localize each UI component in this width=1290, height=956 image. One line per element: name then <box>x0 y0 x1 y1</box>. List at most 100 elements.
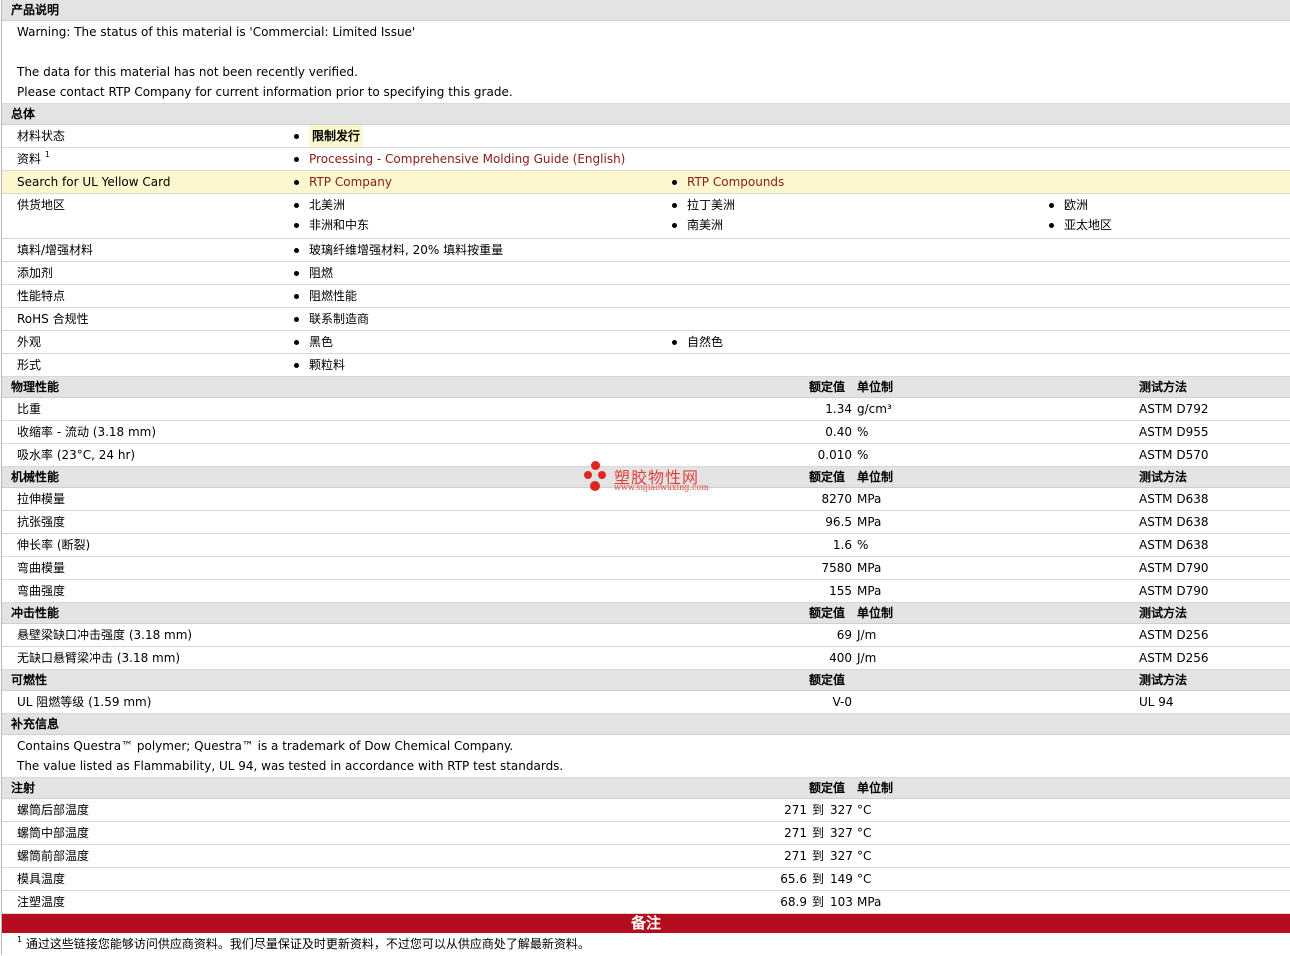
test-method: UL 94 <box>1139 695 1174 709</box>
test-method: ASTM D638 <box>1139 515 1209 529</box>
region-item: 拉丁美洲 <box>687 198 736 212</box>
supplemental-line: Contains Questra™ polymer; Questra™ is a… <box>17 739 514 753</box>
processing-row: 螺筒后部温度 271 到 327 °C <box>2 799 1290 822</box>
property-label: 模具温度 <box>17 872 66 886</box>
row-material-status: 材料状态 限制发行 <box>2 125 1290 148</box>
nominal-header: 额定值 <box>809 470 846 484</box>
property-label: 螺筒中部温度 <box>17 826 90 840</box>
test-method: ASTM D638 <box>1139 538 1209 552</box>
section-title: 产品说明 <box>11 3 60 17</box>
section-header-injection: 注射 额定值 单位制 <box>2 778 1290 799</box>
bullet-icon <box>294 134 299 139</box>
test-method: ASTM D638 <box>1139 492 1209 506</box>
processing-row: 螺筒中部温度 271 到 327 °C <box>2 822 1290 845</box>
row-label: 性能特点 <box>17 289 66 303</box>
property-unit: J/m <box>857 628 877 642</box>
logo-dot-icon <box>584 471 592 479</box>
row-filler: 填料/增强材料 玻璃纤维增强材料, 20% 填料按重量 <box>2 239 1290 262</box>
property-row: UL 阻燃等级 (1.59 mm) V-0 UL 94 <box>2 691 1290 714</box>
bullet-icon <box>294 317 299 322</box>
supplemental-line: The value listed as Flammability, UL 94,… <box>17 759 564 773</box>
method-header: 测试方法 <box>1139 673 1188 687</box>
property-row: 抗张强度 96.5 MPa ASTM D638 <box>2 511 1290 534</box>
rtp-company-link[interactable]: RTP Company <box>309 171 392 193</box>
property-unit: g/cm³ <box>857 402 892 416</box>
nominal-header: 额定值 <box>809 781 846 795</box>
property-value: 400 <box>829 651 852 665</box>
range-min: 68.9 <box>780 895 807 909</box>
row-rohs: RoHS 合规性 联系制造商 <box>2 308 1290 331</box>
processing-row: 模具温度 65.6 到 149 °C <box>2 868 1290 891</box>
test-method: ASTM D792 <box>1139 402 1209 416</box>
property-label: 比重 <box>17 402 42 416</box>
unit-header: 单位制 <box>857 380 894 394</box>
property-label: 无缺口悬臂梁冲击 (3.18 mm) <box>17 651 181 665</box>
watermark-url: www.sujiaowuxing.com <box>614 483 709 492</box>
method-header: 测试方法 <box>1139 606 1188 620</box>
property-row: 比重 1.34 g/cm³ ASTM D792 <box>2 398 1290 421</box>
property-label: 吸水率 (23°C, 24 hr) <box>17 448 136 462</box>
range-max: 149 <box>830 872 853 886</box>
row-label: Search for UL Yellow Card <box>17 175 171 189</box>
range-to: 到 <box>812 895 825 909</box>
range-max: 327 <box>830 803 853 817</box>
test-method: ASTM D256 <box>1139 651 1209 665</box>
range-to: 到 <box>812 803 825 817</box>
method-header: 测试方法 <box>1139 470 1188 484</box>
datasheet: 产品说明 Warning: The status of this materia… <box>1 0 1290 955</box>
test-method: ASTM D955 <box>1139 425 1209 439</box>
bullet-icon <box>1049 223 1054 228</box>
bullet-icon <box>294 248 299 253</box>
section-header-physical: 物理性能 额定值 单位制 测试方法 <box>2 377 1290 398</box>
property-label: 悬壁梁缺口冲击强度 (3.18 mm) <box>17 628 193 642</box>
row-value: 玻璃纤维增强材料, 20% 填料按重量 <box>309 243 504 257</box>
range-min: 65.6 <box>780 872 807 886</box>
logo-dot-icon <box>590 481 600 491</box>
region-item: 欧洲 <box>1064 198 1089 212</box>
bullet-icon <box>672 180 677 185</box>
row-value: 联系制造商 <box>309 312 370 326</box>
verify-line: The data for this material has not been … <box>17 65 358 79</box>
row-value: 自然色 <box>687 335 724 349</box>
property-unit: MPa <box>857 492 882 506</box>
footnote-marker: 1 <box>17 935 23 944</box>
section-title: 物理性能 <box>11 380 60 394</box>
property-row: 悬壁梁缺口冲击强度 (3.18 mm) 69 J/m ASTM D256 <box>2 624 1290 647</box>
property-value: 96.5 <box>825 515 852 529</box>
section-title: 机械性能 <box>11 470 60 484</box>
unit-header: 单位制 <box>857 606 894 620</box>
nominal-header: 额定值 <box>809 606 846 620</box>
molding-guide-link[interactable]: Processing - Comprehensive Molding Guide… <box>309 148 625 170</box>
watermark-logo: 塑胶物性网 www.sujiaowuxing.com <box>583 459 733 495</box>
section-title: 冲击性能 <box>11 606 60 620</box>
bullet-icon <box>294 223 299 228</box>
unit-header: 单位制 <box>857 781 894 795</box>
row-label: 资料 1 <box>17 148 50 170</box>
row-value: 颗粒料 <box>309 358 346 372</box>
property-label: 螺筒后部温度 <box>17 803 90 817</box>
property-unit: °C <box>857 872 872 886</box>
rtp-compounds-link[interactable]: RTP Compounds <box>687 171 784 193</box>
description-text: Warning: The status of this material is … <box>2 21 1290 104</box>
range-to: 到 <box>812 849 825 863</box>
contact-line: Please contact RTP Company for current i… <box>17 85 513 99</box>
bullet-icon <box>294 203 299 208</box>
property-label: 注塑温度 <box>17 895 66 909</box>
property-unit: J/m <box>857 651 877 665</box>
region-item: 亚太地区 <box>1064 218 1113 232</box>
test-method: ASTM D790 <box>1139 584 1209 598</box>
bullet-icon <box>294 363 299 368</box>
nominal-header: 额定值 <box>809 673 846 687</box>
property-unit: % <box>857 538 869 552</box>
row-value: 阻燃性能 <box>309 289 358 303</box>
section-header-flammability: 可燃性 额定值 测试方法 <box>2 670 1290 691</box>
property-row: 收缩率 - 流动 (3.18 mm) 0.40 % ASTM D955 <box>2 421 1290 444</box>
section-title: 补充信息 <box>11 717 60 731</box>
bullet-icon <box>294 340 299 345</box>
row-ul-yellow-card: Search for UL Yellow Card RTP Company RT… <box>2 171 1290 194</box>
bullet-icon <box>294 271 299 276</box>
section-title: 可燃性 <box>11 673 48 687</box>
property-unit: °C <box>857 803 872 817</box>
row-label: 材料状态 <box>17 129 66 143</box>
